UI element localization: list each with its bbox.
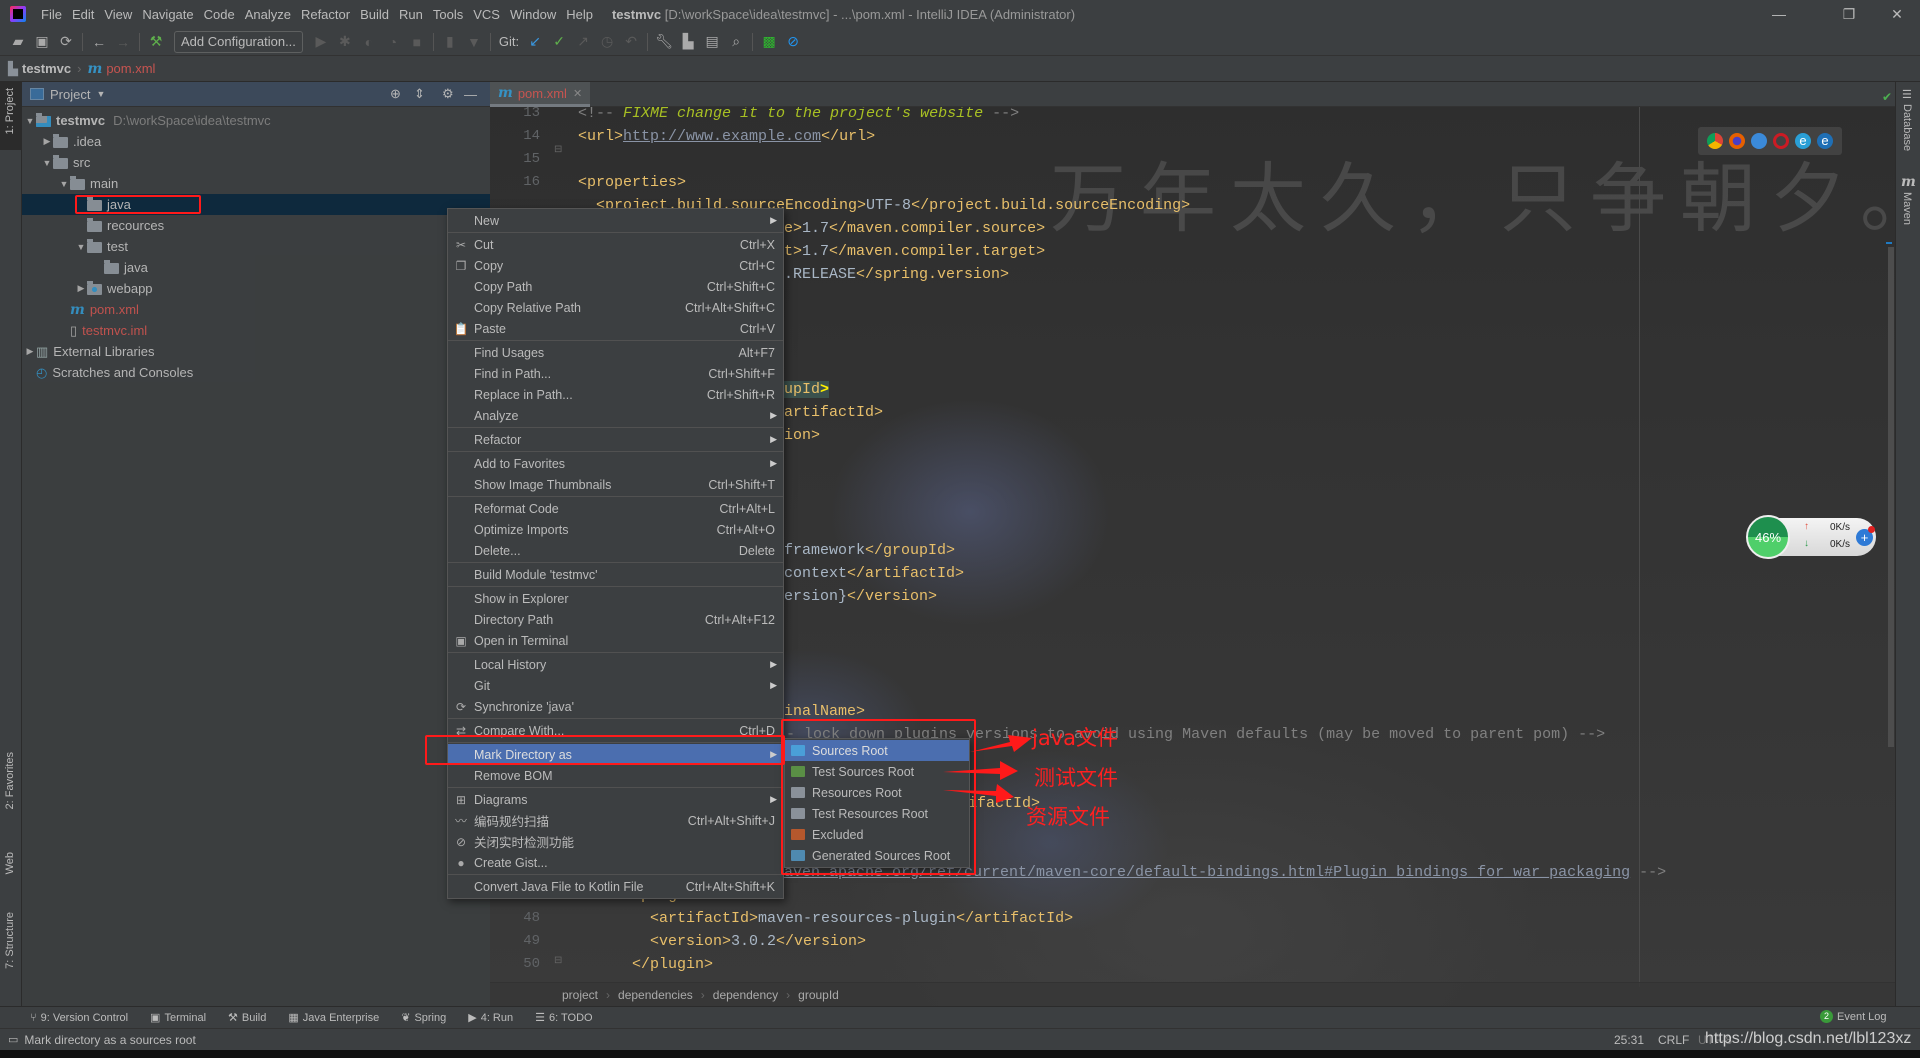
arrow-icon <box>943 761 1018 780</box>
annotation-java-files: java文件 <box>1032 726 1118 750</box>
arrow-icon <box>943 784 1014 803</box>
arrow-icon <box>970 735 1032 752</box>
annotation-test-files: 测试文件 <box>1034 766 1118 790</box>
annotation-resource-files: 资源文件 <box>1026 805 1110 829</box>
annotation-arrows <box>943 735 1032 803</box>
